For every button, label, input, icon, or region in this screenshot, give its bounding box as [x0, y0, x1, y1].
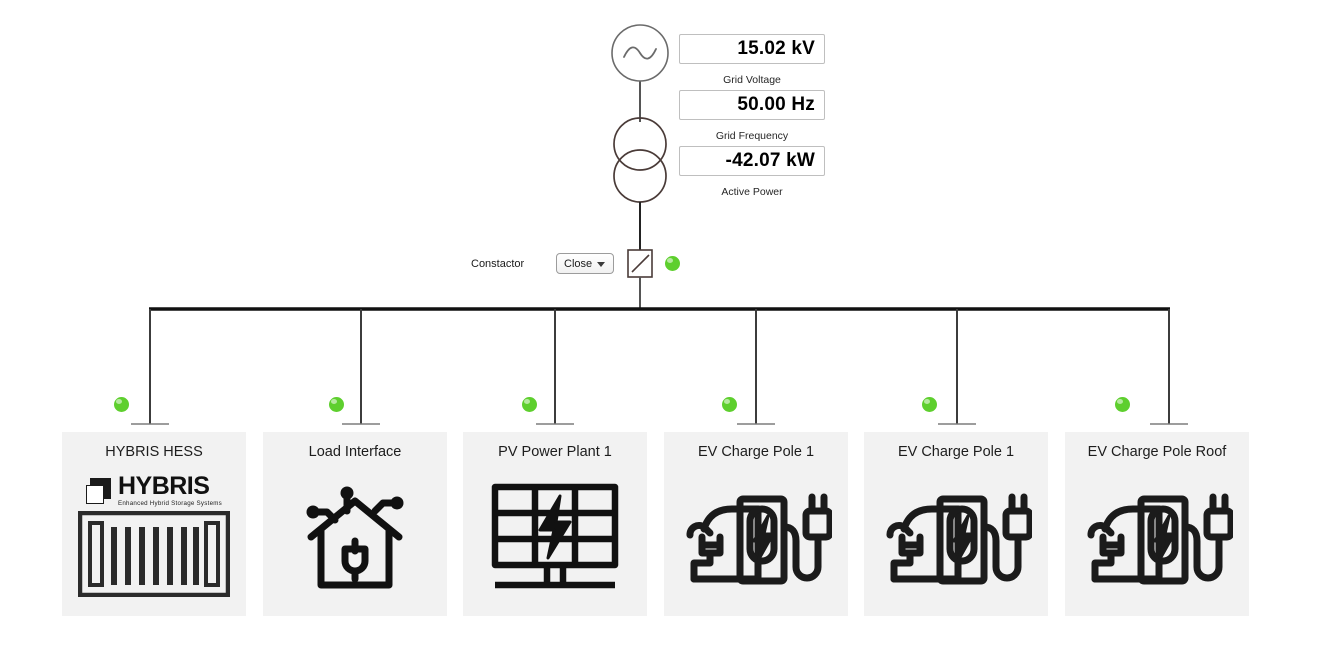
transformer-winding-primary-icon [613, 117, 667, 171]
device-card-title: EV Charge Pole Roof [1087, 444, 1227, 460]
feeder-3 [536, 309, 574, 425]
device-card-art [463, 460, 647, 616]
hybris-brand-lockup: HYBRIS Enhanced Hybrid Storage Systems [85, 472, 223, 507]
device-card-art [263, 460, 447, 616]
grid-frequency-value: 50.00 Hz [679, 90, 825, 120]
ev-charger-car-icon [686, 493, 832, 585]
device-status-led-6[interactable] [1115, 397, 1130, 412]
device-card-title: HYBRIS HESS [105, 444, 203, 460]
device-card-title: EV Charge Pole 1 [897, 444, 1015, 460]
feeder-6 [1150, 309, 1188, 425]
device-card-load-interface[interactable]: Load Interface [263, 432, 447, 616]
device-card-title: Load Interface [308, 444, 402, 460]
contactor-state-value: Close [564, 257, 593, 270]
device-status-led-4[interactable] [722, 397, 737, 412]
device-status-led-5[interactable] [922, 397, 937, 412]
active-power-label: Active Power [721, 186, 783, 198]
lightning-bolt-icon [538, 494, 572, 560]
device-card-art [864, 460, 1048, 616]
battery-container-icon [78, 510, 230, 597]
device-status-led-3[interactable] [522, 397, 537, 412]
contactor-label: Constactor [471, 258, 525, 270]
device-card-title: PV Power Plant 1 [498, 444, 612, 460]
device-card-ev-charge-pole-1[interactable]: EV Charge Pole 1 [664, 432, 848, 616]
feeder-5 [938, 309, 976, 425]
grid-frequency-label: Grid Frequency [715, 130, 789, 142]
smart-home-plug-icon [306, 486, 404, 589]
device-card-title: EV Charge Pole 1 [697, 444, 815, 460]
ev-charger-car-icon [1087, 493, 1233, 585]
contactor-state-dropdown[interactable]: Close [556, 253, 614, 274]
feeder-4 [737, 309, 775, 425]
contactor-status-led[interactable] [665, 256, 680, 271]
device-card-hybris-hess[interactable]: HYBRIS HESS HYBRIS Enhanced Hybrid Stora… [62, 432, 246, 616]
device-card-art [664, 460, 848, 616]
transformer-winding-secondary-icon [613, 149, 667, 203]
solar-panel-icon [491, 483, 619, 589]
ev-charger-car-icon [886, 493, 1032, 585]
feeder-1 [131, 309, 169, 425]
device-status-led-2[interactable] [329, 397, 344, 412]
device-card-pv-power-plant-1[interactable]: PV Power Plant 1 [463, 432, 647, 616]
feeder-2 [342, 309, 380, 425]
hybris-brand-tagline: Enhanced Hybrid Storage Systems [117, 499, 223, 507]
device-card-ev-charge-pole-roof[interactable]: EV Charge Pole Roof [1065, 432, 1249, 616]
device-card-ev-charge-pole-1-b[interactable]: EV Charge Pole 1 [864, 432, 1048, 616]
device-card-art [1065, 460, 1249, 616]
chevron-down-icon [597, 262, 605, 267]
hybris-brand-name: HYBRIS [117, 472, 210, 501]
device-status-led-1[interactable] [114, 397, 129, 412]
grid-voltage-value: 15.02 kV [679, 34, 825, 64]
grid-voltage-label: Grid Voltage [723, 74, 781, 86]
device-card-art: HYBRIS Enhanced Hybrid Storage Systems [62, 460, 246, 616]
hybris-book-mark-icon [85, 478, 112, 504]
active-power-value: -42.07 kW [679, 146, 825, 176]
